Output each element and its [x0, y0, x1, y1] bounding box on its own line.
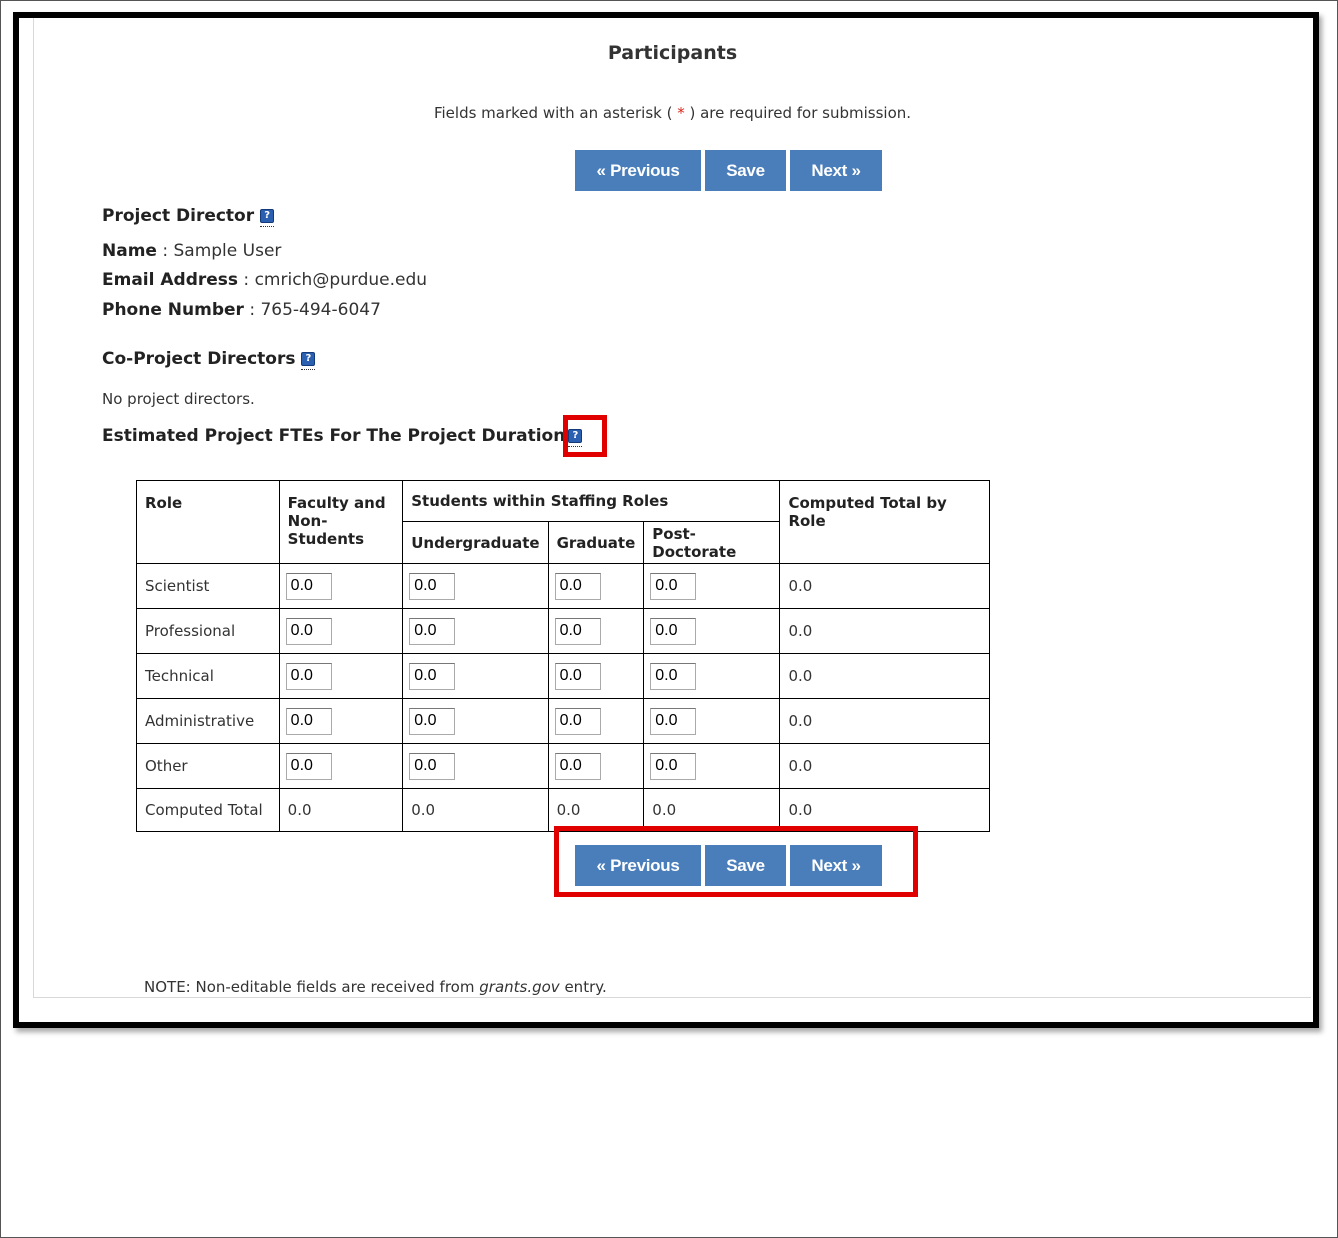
col-header-postdoc: Post-Doctorate: [643, 521, 781, 564]
fte-input[interactable]: [409, 752, 456, 780]
role-label: Administrative: [136, 698, 280, 744]
computed-total-value: 0.0: [402, 788, 549, 832]
director-name: Name : Sample User: [102, 241, 282, 261]
col-header-undergraduate: Undergraduate: [402, 521, 549, 564]
fte-input[interactable]: [285, 707, 332, 735]
col-header-total-by-role: Computed Total by Role: [779, 480, 990, 564]
row-total: 0.0: [779, 563, 990, 609]
nav-buttons-highlight: [554, 826, 918, 897]
help-icon[interactable]: ?: [301, 352, 316, 370]
computed-total-value: 0.0: [278, 788, 404, 832]
top-nav-buttons: « Previous Save Next »: [575, 150, 882, 191]
fte-input[interactable]: [650, 572, 697, 600]
table-row: Technical 0.0: [136, 653, 990, 699]
table-row: Professional 0.0: [136, 608, 990, 654]
fte-table: Role Faculty and Non-Students Students w…: [136, 480, 990, 832]
fte-input[interactable]: [650, 662, 697, 690]
required-asterisk: *: [677, 104, 685, 122]
fte-input[interactable]: [650, 617, 697, 645]
fte-input[interactable]: [650, 707, 697, 735]
footer-note: NOTE: Non-editable fields are received f…: [144, 978, 607, 996]
row-total: 0.0: [779, 608, 990, 654]
row-total: 0.0: [779, 653, 990, 699]
row-total: 0.0: [779, 743, 990, 789]
project-director-heading: Project Director ?: [102, 206, 275, 227]
table-row: Scientist 0.0: [136, 563, 990, 609]
fte-input[interactable]: [650, 752, 697, 780]
role-label: Other: [136, 743, 280, 789]
page-title: Participants: [607, 42, 738, 64]
fte-input[interactable]: [409, 662, 456, 690]
fte-heading: Estimated Project FTEs For The Project D…: [102, 426, 583, 447]
fte-input[interactable]: [285, 662, 332, 690]
fte-input[interactable]: [554, 662, 601, 690]
fte-input[interactable]: [285, 617, 332, 645]
table-row: Administrative 0.0: [136, 698, 990, 744]
col-header-graduate: Graduate: [547, 521, 645, 564]
no-directors-text: No project directors.: [102, 390, 255, 408]
participants-form: Participants Fields marked with an aster…: [33, 18, 1311, 998]
role-label: Scientist: [136, 563, 280, 609]
next-button[interactable]: Next »: [790, 150, 882, 191]
fte-input[interactable]: [554, 572, 601, 600]
table-row: Other 0.0: [136, 743, 990, 789]
co-project-directors-heading: Co-Project Directors ?: [102, 349, 316, 370]
role-label: Technical: [136, 653, 280, 699]
row-total: 0.0: [779, 698, 990, 744]
computed-total-label: Computed Total: [136, 788, 280, 832]
fte-input[interactable]: [285, 572, 332, 600]
fte-input[interactable]: [554, 707, 601, 735]
col-header-students: Students within Staffing Roles: [402, 480, 781, 522]
col-header-role: Role: [136, 480, 280, 564]
fte-input[interactable]: [554, 752, 601, 780]
fte-input[interactable]: [409, 617, 456, 645]
col-header-faculty: Faculty and Non-Students: [278, 480, 404, 564]
fte-input[interactable]: [285, 752, 332, 780]
save-button[interactable]: Save: [705, 150, 786, 191]
source-name: grants.gov: [479, 978, 560, 996]
director-email: Email Address : cmrich@purdue.edu: [102, 270, 428, 290]
screenshot-frame: Participants Fields marked with an aster…: [13, 12, 1319, 1028]
director-phone: Phone Number : 765-494-6047: [102, 300, 381, 320]
help-icon-highlight: [563, 415, 607, 457]
fte-input[interactable]: [409, 707, 456, 735]
fte-input[interactable]: [409, 572, 456, 600]
required-fields-note: Fields marked with an asterisk ( * ) are…: [433, 104, 912, 122]
role-label: Professional: [136, 608, 280, 654]
fte-input[interactable]: [554, 617, 601, 645]
help-icon[interactable]: ?: [260, 209, 275, 227]
previous-button[interactable]: « Previous: [575, 150, 701, 191]
